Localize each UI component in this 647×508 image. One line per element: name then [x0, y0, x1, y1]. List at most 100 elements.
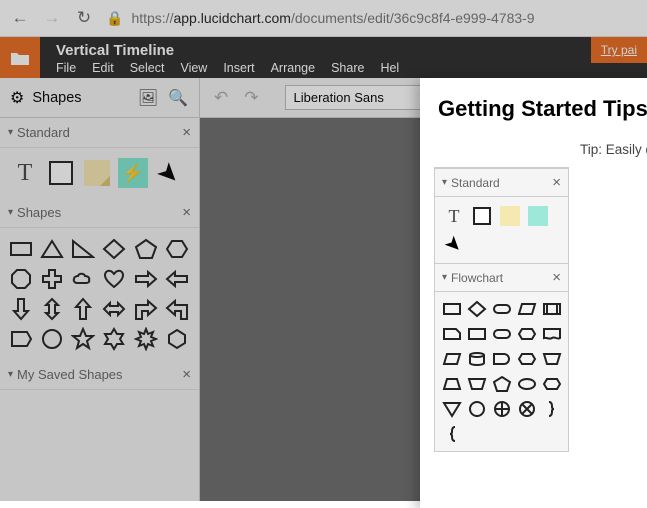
- shape-arrow-up[interactable]: [70, 296, 96, 322]
- fc-decision[interactable]: [466, 298, 488, 320]
- fc-internal[interactable]: [466, 323, 488, 345]
- fc-terminator[interactable]: [491, 298, 513, 320]
- fc-predef[interactable]: [541, 298, 563, 320]
- close-icon[interactable]: ×: [182, 124, 191, 141]
- shape-text[interactable]: T: [10, 158, 40, 188]
- shape-pentagon[interactable]: [133, 236, 159, 262]
- group-label: Flowchart: [451, 271, 503, 285]
- lock-icon: 🔒: [106, 10, 123, 27]
- close-icon[interactable]: ×: [552, 269, 561, 286]
- shape-arrow-right[interactable]: [133, 266, 159, 292]
- try-paid-button[interactable]: Try pai: [591, 37, 647, 63]
- shape-diamond[interactable]: [101, 236, 127, 262]
- fc-process[interactable]: [441, 298, 463, 320]
- document-title[interactable]: Vertical Timeline: [56, 42, 399, 59]
- fc-stadium[interactable]: [491, 323, 513, 345]
- fc-doc[interactable]: [541, 323, 563, 345]
- menu-share[interactable]: Share: [331, 61, 364, 75]
- fc-trap2[interactable]: [466, 373, 488, 395]
- font-selector[interactable]: Liberation Sans: [285, 85, 435, 110]
- shape-note[interactable]: [82, 158, 112, 188]
- tips-subtitle: Tip: Easily d: [420, 132, 647, 167]
- shape-callout-down[interactable]: [133, 296, 159, 322]
- mini-header-flowchart[interactable]: ▾ Flowchart ×: [435, 263, 568, 292]
- shape-arrow[interactable]: ➤: [438, 228, 469, 259]
- shape-arrow-left[interactable]: [164, 266, 190, 292]
- shape-teal[interactable]: [527, 205, 549, 227]
- shape-arrow-both-v[interactable]: [39, 296, 65, 322]
- group-header-saved[interactable]: ▾ My Saved Shapes ×: [0, 360, 199, 390]
- app-logo[interactable]: [0, 37, 40, 78]
- close-icon[interactable]: ×: [552, 174, 561, 191]
- fc-cyl[interactable]: [466, 348, 488, 370]
- group-header-standard[interactable]: ▾ Standard ×: [0, 118, 199, 148]
- menu-help[interactable]: Hel: [380, 61, 399, 75]
- fc-display[interactable]: [516, 348, 538, 370]
- group-label: Standard: [17, 125, 70, 140]
- tips-title: Getting Started Tips: [420, 78, 647, 132]
- shape-arrow-down[interactable]: [8, 296, 34, 322]
- fc-manual[interactable]: [541, 348, 563, 370]
- shape-rectangle[interactable]: [471, 205, 493, 227]
- shape-cloud[interactable]: [70, 266, 96, 292]
- redo-button[interactable]: ↷: [244, 88, 258, 108]
- close-icon[interactable]: ×: [182, 366, 191, 383]
- menu-edit[interactable]: Edit: [92, 61, 114, 75]
- fc-or[interactable]: [516, 398, 538, 420]
- shape-note[interactable]: [499, 205, 521, 227]
- fc-delay[interactable]: [491, 348, 513, 370]
- shape-burst[interactable]: [133, 326, 159, 352]
- undo-button[interactable]: ↶: [214, 88, 228, 108]
- group-header-shapes[interactable]: ▾ Shapes ×: [0, 198, 199, 228]
- shape-hexagon[interactable]: [164, 236, 190, 262]
- fc-tri-down[interactable]: [441, 398, 463, 420]
- fc-sum[interactable]: [491, 398, 513, 420]
- fc-card[interactable]: [441, 323, 463, 345]
- fc-circle[interactable]: [466, 398, 488, 420]
- menu-file[interactable]: File: [56, 61, 76, 75]
- fc-para[interactable]: [441, 348, 463, 370]
- forward-button[interactable]: →: [42, 8, 62, 28]
- shapes-panel-label: Shapes: [32, 90, 129, 106]
- menu-insert[interactable]: Insert: [223, 61, 254, 75]
- shape-octagon[interactable]: [8, 266, 34, 292]
- shape-poly[interactable]: [164, 326, 190, 352]
- menu-view[interactable]: View: [180, 61, 207, 75]
- shape-star[interactable]: [70, 326, 96, 352]
- fc-ellipse[interactable]: [516, 373, 538, 395]
- chevron-down-icon: ▾: [8, 369, 13, 380]
- shape-heart[interactable]: [101, 266, 127, 292]
- shape-circle[interactable]: [39, 326, 65, 352]
- shape-star6[interactable]: [101, 326, 127, 352]
- mini-header-standard[interactable]: ▾ Standard ×: [435, 168, 568, 197]
- fc-data[interactable]: [516, 298, 538, 320]
- address-bar[interactable]: 🔒 https://app.lucidchart.com/documents/e…: [106, 10, 637, 27]
- shape-cross[interactable]: [39, 266, 65, 292]
- menu-arrange[interactable]: Arrange: [271, 61, 315, 75]
- shape-arrow-both-h[interactable]: [101, 296, 127, 322]
- fc-trap[interactable]: [441, 373, 463, 395]
- shape-bolt[interactable]: ⚡: [118, 158, 148, 188]
- fc-loop[interactable]: [541, 373, 563, 395]
- shape-flag[interactable]: [8, 326, 34, 352]
- close-icon[interactable]: ×: [182, 204, 191, 221]
- shape-callout-up[interactable]: [164, 296, 190, 322]
- menu-select[interactable]: Select: [130, 61, 165, 75]
- gear-icon[interactable]: ⚙: [10, 88, 24, 108]
- flowchart-grid: [435, 292, 568, 451]
- image-icon[interactable]: 🖼: [137, 88, 159, 108]
- back-button[interactable]: ←: [10, 8, 30, 28]
- shape-triangle[interactable]: [39, 236, 65, 262]
- fc-pent[interactable]: [491, 373, 513, 395]
- shape-arrow[interactable]: ➤: [154, 158, 184, 188]
- shape-right-triangle[interactable]: [70, 236, 96, 262]
- fc-brace-l[interactable]: [441, 423, 463, 445]
- shape-text[interactable]: T: [443, 205, 465, 227]
- refresh-button[interactable]: ↻: [74, 8, 94, 28]
- fc-hex[interactable]: [516, 323, 538, 345]
- shape-rectangle[interactable]: [46, 158, 76, 188]
- fc-brace-r[interactable]: [541, 398, 563, 420]
- search-icon[interactable]: 🔍: [167, 88, 189, 108]
- shape-rect[interactable]: [8, 236, 34, 262]
- group-label: My Saved Shapes: [17, 367, 123, 382]
